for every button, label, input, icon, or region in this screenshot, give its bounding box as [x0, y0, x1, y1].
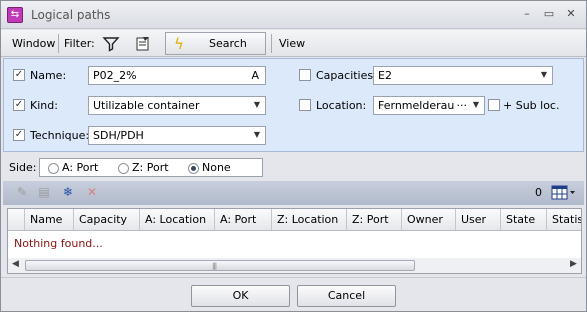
- capacities-select[interactable]: E2 ▼: [373, 66, 553, 85]
- name-suffix: A: [251, 69, 259, 82]
- technique-value: SDH/PDH: [93, 129, 144, 142]
- ok-button[interactable]: OK: [191, 285, 290, 307]
- name-label: Name:: [30, 69, 67, 82]
- chevron-down-icon: ▼: [472, 100, 479, 109]
- scroll-right-icon[interactable]: ▶: [570, 259, 577, 269]
- empty-message: Nothing found...: [14, 237, 103, 250]
- filter-label: Filter:: [64, 37, 95, 50]
- name-checkbox[interactable]: ✓: [13, 69, 25, 81]
- side-a-port-radio[interactable]: [48, 163, 59, 174]
- column-header-a-location[interactable]: A: Location: [140, 209, 215, 230]
- results-table: Name Capacity A: Location A: Port Z: Loc…: [7, 208, 582, 274]
- table-header: Name Capacity A: Location A: Port Z: Loc…: [8, 209, 581, 231]
- minimize-icon[interactable]: –: [520, 7, 534, 21]
- kind-select[interactable]: Utilizable container ▼: [88, 96, 266, 115]
- table-view-icon[interactable]: [551, 185, 577, 201]
- dialog-button-bar: OK Cancel: [1, 277, 586, 311]
- kind-label: Kind:: [30, 99, 58, 112]
- side-radio-group: A: Port Z: Port None: [39, 158, 263, 177]
- column-header-owner[interactable]: Owner: [402, 209, 456, 230]
- result-count: 0: [535, 186, 542, 199]
- location-checkbox[interactable]: [299, 99, 311, 111]
- side-a-port-label: A: Port: [62, 161, 99, 174]
- capacities-value: E2: [378, 69, 392, 82]
- menu-separator: [58, 34, 59, 53]
- capacities-checkbox[interactable]: [299, 69, 311, 81]
- capacities-label: Capacities:: [316, 69, 377, 82]
- column-header-state[interactable]: State: [501, 209, 547, 230]
- scrollbar-thumb[interactable]: |||: [25, 260, 415, 271]
- delete-icon[interactable]: ✕: [85, 185, 99, 199]
- column-header-statistics[interactable]: Statist: [547, 209, 581, 230]
- scroll-left-icon[interactable]: ◀: [12, 259, 19, 269]
- column-header-name[interactable]: Name: [25, 209, 74, 230]
- menu-bar: Window Filter: ϟ Search View: [1, 30, 586, 57]
- technique-select[interactable]: SDH/PDH ▼: [88, 126, 266, 145]
- title-bar: ⇆ Logical paths – ▭ ✕: [1, 1, 586, 29]
- window-title: Logical paths: [31, 8, 111, 22]
- column-header-user[interactable]: User: [456, 209, 501, 230]
- kind-value: Utilizable container: [93, 99, 200, 112]
- menu-separator: [271, 34, 272, 53]
- logical-paths-window: ⇆ Logical paths – ▭ ✕ Window Filter: ϟ S…: [0, 0, 587, 312]
- sub-loc-checkbox[interactable]: [488, 99, 500, 111]
- column-header-z-location[interactable]: Z: Location: [272, 209, 347, 230]
- chevron-down-icon: ▼: [540, 70, 547, 79]
- sub-loc-label: + Sub loc.: [503, 99, 560, 112]
- save-icon[interactable]: ▤: [37, 185, 51, 199]
- side-row: Side: A: Port Z: Port None: [3, 154, 584, 180]
- maximize-icon[interactable]: ▭: [542, 7, 556, 21]
- name-input[interactable]: P02_2% A: [88, 66, 266, 85]
- chevron-down-icon: ▼: [253, 130, 260, 139]
- filter-icon[interactable]: [102, 35, 120, 52]
- side-z-port-radio[interactable]: [118, 163, 129, 174]
- results-toolbar: ✎ ▤ ❄ ✕ 0: [3, 181, 584, 205]
- lightning-icon: ϟ: [174, 35, 184, 53]
- search-button[interactable]: ϟ Search: [165, 32, 266, 55]
- horizontal-scrollbar[interactable]: ◀ ||| ▶: [8, 258, 581, 273]
- location-select[interactable]: Fernmelderaum ··· ▼: [373, 96, 485, 115]
- cancel-button[interactable]: Cancel: [297, 285, 396, 307]
- side-none-label: None: [202, 161, 231, 174]
- column-header-select[interactable]: [8, 209, 25, 230]
- technique-label: Technique:: [30, 129, 90, 142]
- app-icon: ⇆: [7, 7, 23, 23]
- name-value: P02_2%: [93, 69, 137, 82]
- technique-checkbox[interactable]: ✓: [13, 129, 25, 141]
- filter-settings-icon[interactable]: [134, 35, 152, 52]
- location-more-button[interactable]: ···: [454, 99, 467, 112]
- side-none-radio[interactable]: [188, 163, 199, 174]
- snowflake-icon[interactable]: ❄: [61, 185, 75, 199]
- menu-window[interactable]: Window: [12, 37, 55, 50]
- grip-icon: |||: [212, 262, 217, 270]
- column-header-capacity[interactable]: Capacity: [74, 209, 140, 230]
- search-label: Search: [209, 37, 247, 50]
- column-header-z-port[interactable]: Z: Port: [347, 209, 402, 230]
- side-z-port-label: Z: Port: [132, 161, 169, 174]
- side-label: Side:: [9, 161, 37, 174]
- column-header-a-port[interactable]: A: Port: [215, 209, 272, 230]
- location-value: Fernmelderaum: [378, 99, 466, 112]
- chevron-down-icon: ▼: [253, 100, 260, 109]
- location-label: Location:: [316, 99, 367, 112]
- edit-icon[interactable]: ✎: [15, 185, 29, 199]
- close-icon[interactable]: ✕: [564, 7, 578, 21]
- menu-view[interactable]: View: [279, 37, 305, 50]
- filter-panel: ✓ Name: P02_2% A ✓ Kind: Utilizable cont…: [3, 58, 584, 152]
- kind-checkbox[interactable]: ✓: [13, 99, 25, 111]
